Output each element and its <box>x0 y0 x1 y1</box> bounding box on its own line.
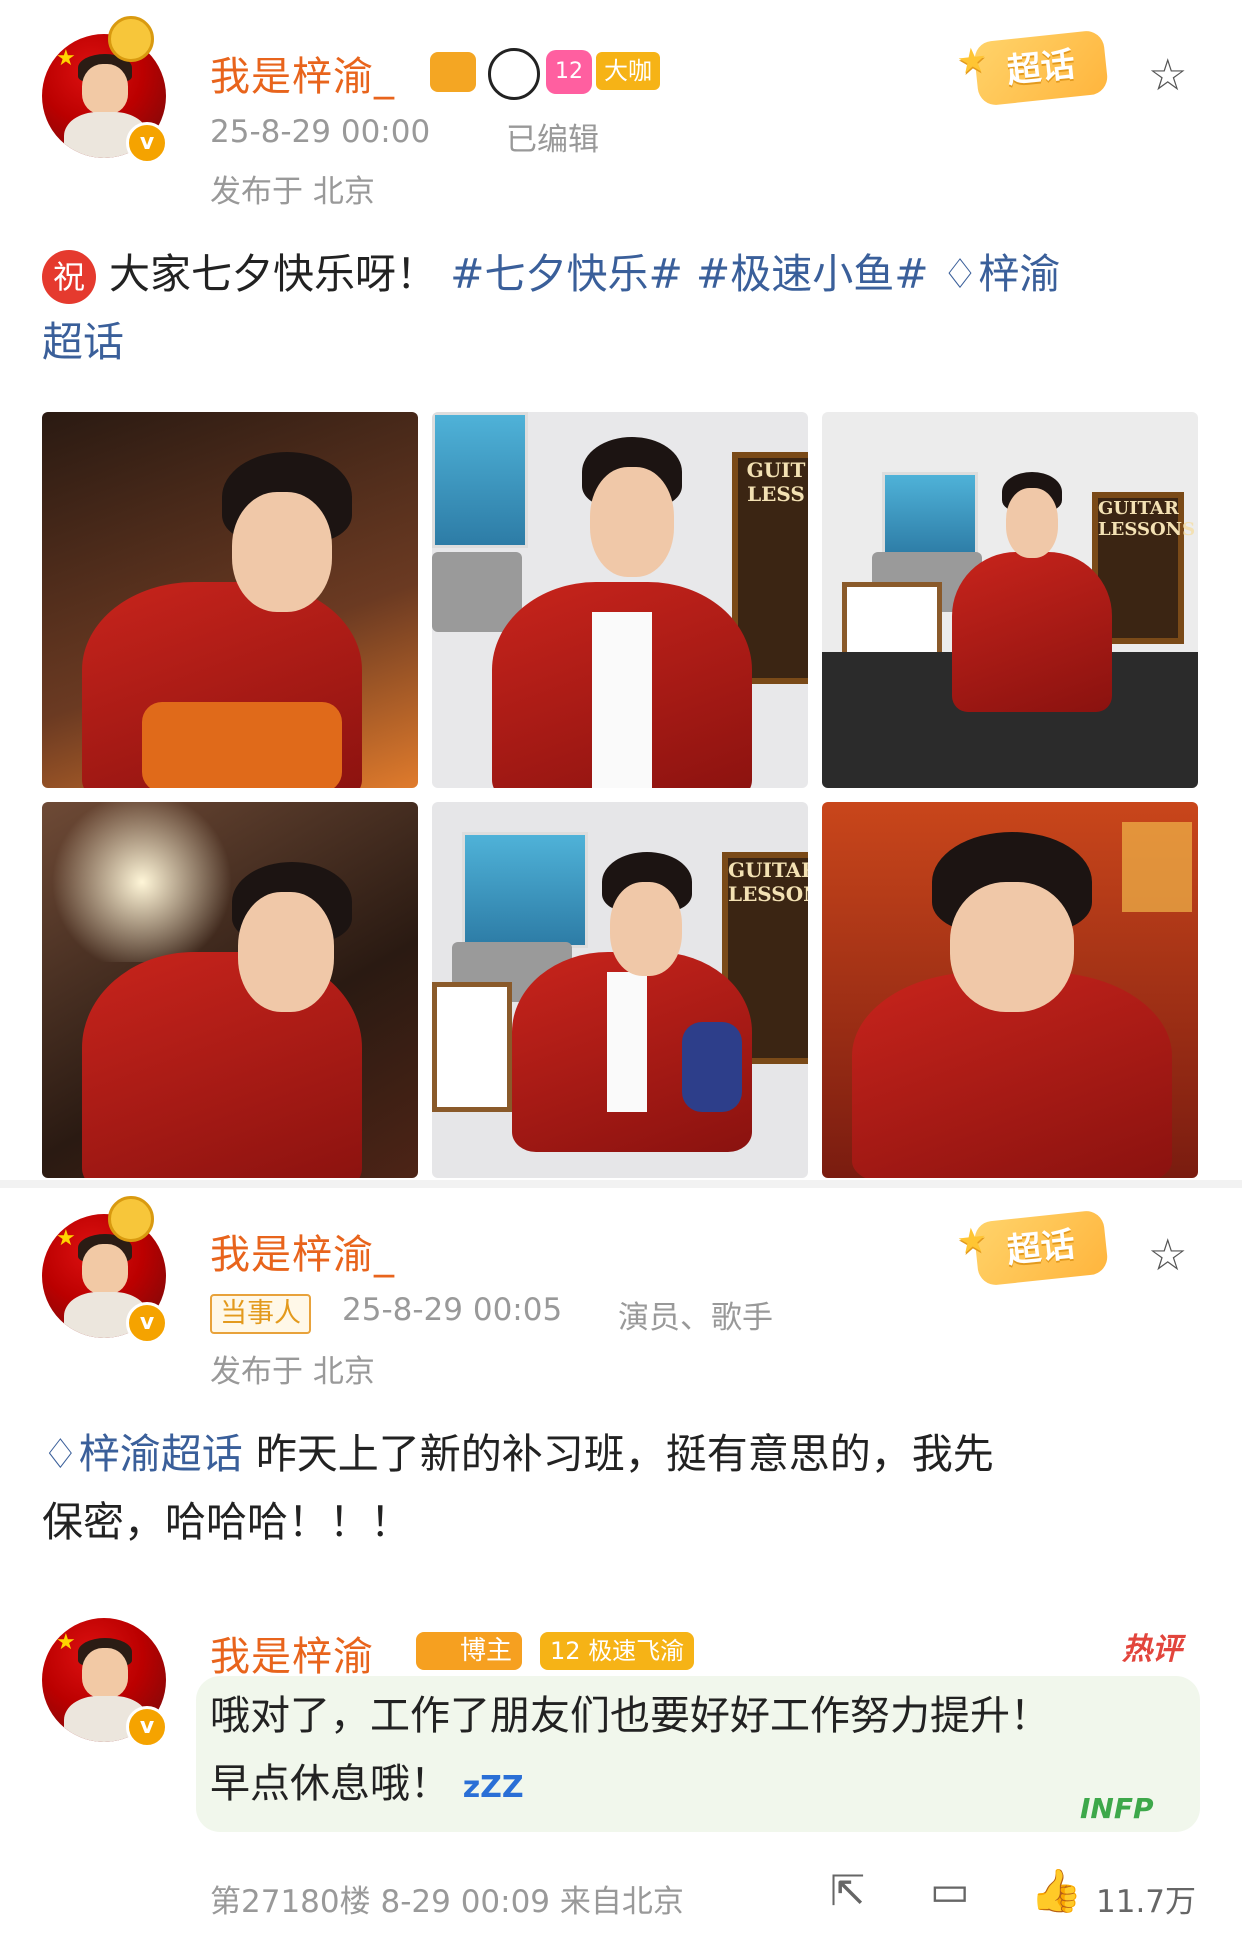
blessing-icon: 祝 <box>42 250 96 304</box>
like-count: 11.7万 <box>1096 1884 1197 1920</box>
fan-level: 12 <box>550 1637 581 1665</box>
repost-text-line1: 昨天上了新的补习班，挺有意思的，我先 <box>255 1430 994 1478</box>
repost-location: 发布于 北京 <box>210 1354 375 1390</box>
floor-number: 第27180楼 <box>210 1884 371 1920</box>
avatar-pendant-icon <box>108 16 154 62</box>
vip-badge: 大咖 <box>596 52 660 90</box>
vip-label: 大咖 <box>604 57 652 85</box>
edited-label[interactable]: 已编辑 <box>506 114 599 159</box>
photo-3[interactable]: GUITAR LESSONS <box>822 412 1198 788</box>
repost-text-line2: 保密，哈哈哈！！！ <box>42 1498 411 1546</box>
supertalk-button[interactable]: ★ 超话 <box>955 29 1109 107</box>
comment-text: 哦对了，工作了朋友们也要好好工作努力提升！ 早点休息哦！ zZZ <box>210 1682 1200 1822</box>
repost-time: 25-8-29 00:05 <box>342 1292 563 1328</box>
fan-name: 极速飞渝 <box>588 1637 685 1665</box>
photo-1[interactable] <box>42 412 418 788</box>
post-text: 祝 大家七夕快乐呀！ #七夕快乐# #极速小鱼# ♢梓渝 超话 <box>42 240 1202 376</box>
avatar-pendant-icon <box>108 1196 154 1242</box>
flag-star-icon: ★ <box>56 1630 76 1655</box>
supertalk-label: 超话 <box>1005 44 1077 92</box>
post-text-plain: 大家七夕快乐呀！ <box>109 250 438 298</box>
panda-icon <box>488 48 540 100</box>
verified-icon: v <box>126 122 168 164</box>
comment-meta: 第27180楼 8-29 00:09 来自北京 <box>210 1876 684 1921</box>
photo-2[interactable]: GUIT LESS <box>432 412 808 788</box>
comment-card: ★ v 我是梓渝_ 博主 12 极速飞渝 热评 哦对了，工作了朋友们也要好好工作… <box>0 1610 1242 1939</box>
post-location: 发布于 北京 <box>210 174 375 210</box>
comment-line2: 早点休息哦！ <box>210 1761 450 1807</box>
supertalk-link[interactable]: 梓渝超话 <box>79 1430 243 1478</box>
crown-badge-icon <box>430 52 476 92</box>
supertalk-label: 超话 <box>1005 1224 1077 1272</box>
post-card: ★ v 我是梓渝_ 12 大咖 25-8-29 00:00 已编辑 发布于 北京… <box>0 0 1242 1190</box>
sparkle-icon: ★ <box>954 1219 990 1263</box>
comment-icon[interactable]: ▭ <box>930 1866 970 1915</box>
author-name[interactable]: 我是梓渝_ <box>210 1624 395 1682</box>
blogger-label: 博主 <box>460 1636 513 1666</box>
star-icon[interactable]: ☆ <box>1148 1230 1187 1281</box>
share-icon[interactable]: ⇱ <box>830 1866 865 1915</box>
comment-line1: 哦对了，工作了朋友们也要好好工作努力提升！ <box>210 1693 1050 1739</box>
photo-6[interactable] <box>822 802 1198 1178</box>
sparkle-icon: ★ <box>954 39 990 83</box>
photo-5[interactable]: GUITAR LESSONS <box>432 802 808 1178</box>
repost-text: ♢梓渝超话 昨天上了新的补习班，挺有意思的，我先 保密，哈哈哈！！！ <box>42 1420 1202 1556</box>
author-name[interactable]: 我是梓渝_ <box>210 1222 395 1280</box>
infp-sticker: INFP <box>1080 1792 1154 1825</box>
diamond-icon: ♢ <box>941 250 979 298</box>
post-time: 25-8-29 00:00 <box>210 114 431 150</box>
fan-badge: 12 极速飞渝 <box>540 1632 695 1670</box>
hot-comment-label: 热评 <box>1122 1632 1182 1667</box>
sleep-icon: zZZ <box>462 1770 524 1805</box>
supertalk-button[interactable]: ★ 超话 <box>955 1209 1109 1287</box>
verified-icon: v <box>126 1706 168 1748</box>
author-role: 演员、歌手 <box>618 1300 773 1336</box>
party-tag: 当事人 <box>210 1294 311 1334</box>
repost-card: ★ v 我是梓渝_ 当事人 25-8-29 00:05 演员、歌手 发布于 北京… <box>0 1188 1242 1608</box>
card-divider <box>0 1180 1242 1188</box>
flag-star-icon: ★ <box>56 46 76 71</box>
level-badge: 12 <box>546 50 592 94</box>
author-name[interactable]: 我是梓渝_ <box>210 44 395 102</box>
supertalk-link-2[interactable]: 超话 <box>42 318 124 366</box>
level-number: 12 <box>555 59 583 84</box>
blogger-badge: 博主 <box>416 1632 523 1670</box>
supertalk-link-1[interactable]: 梓渝 <box>978 250 1060 298</box>
flag-star-icon: ★ <box>56 1226 76 1251</box>
like-icon[interactable]: 👍 <box>1030 1866 1082 1916</box>
photo-4[interactable] <box>42 802 418 1178</box>
verified-icon: v <box>126 1302 168 1344</box>
comment-source: 来自北京 <box>559 1884 684 1920</box>
diamond-icon: ♢ <box>42 1430 79 1478</box>
hashtag-qixi[interactable]: #七夕快乐# <box>450 250 683 298</box>
hashtag-jisu[interactable]: #极速小鱼# <box>696 250 929 298</box>
comment-time: 8-29 00:09 <box>380 1884 551 1920</box>
star-icon[interactable]: ☆ <box>1148 50 1187 101</box>
